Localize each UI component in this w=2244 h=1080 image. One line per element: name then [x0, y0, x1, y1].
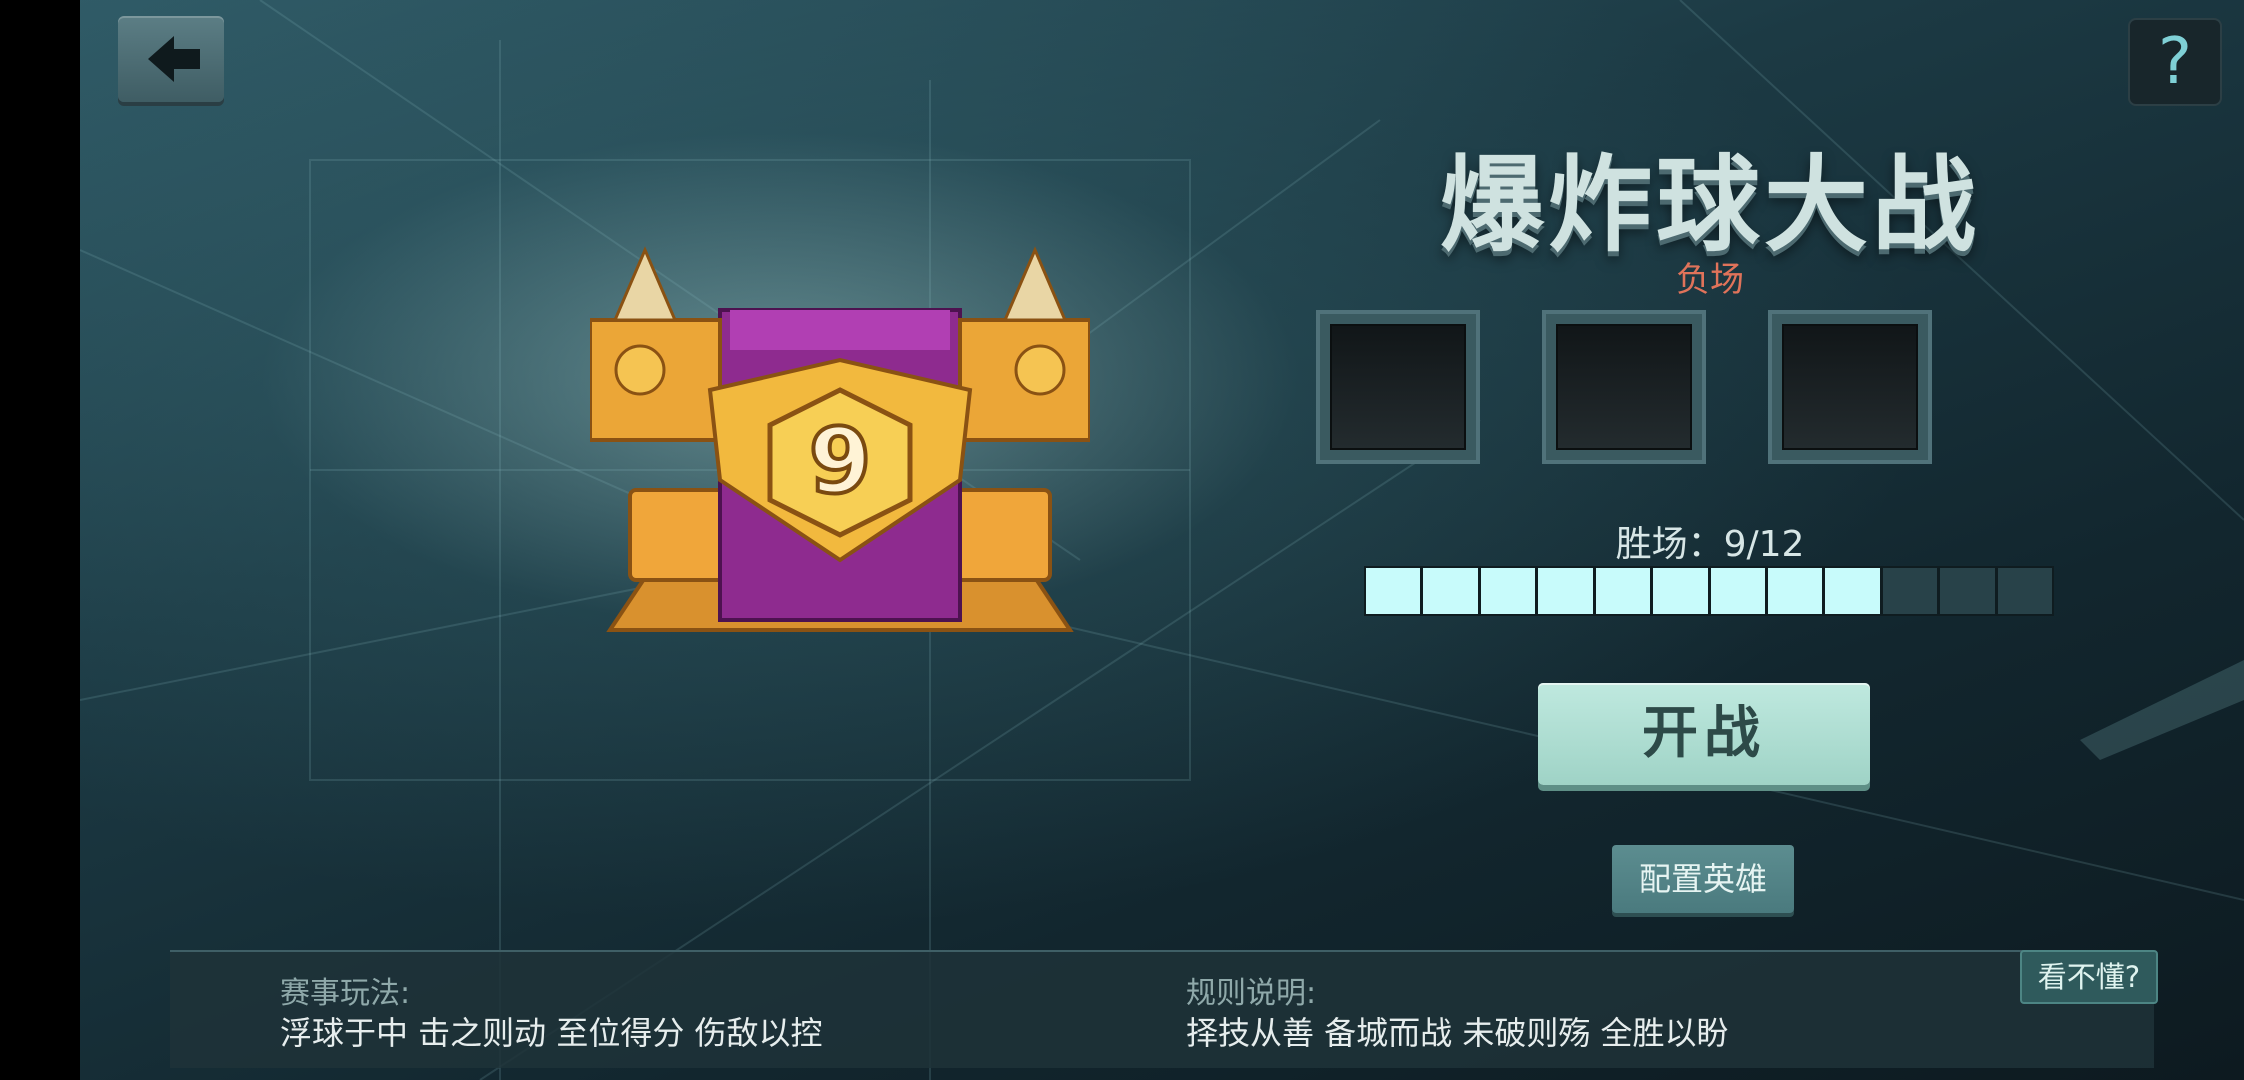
win-segment-empty	[1940, 568, 1995, 614]
rules-text: 择技从善 备城而战 未破则殇 全胜以盼	[1186, 1014, 1729, 1052]
trophy-chest-icon: 9	[590, 246, 1090, 632]
win-segment-filled	[1423, 568, 1478, 614]
loss-slot-empty	[1556, 324, 1692, 450]
arrow-left-icon	[148, 36, 200, 82]
win-segment-filled	[1825, 568, 1880, 614]
win-count-label: 胜场：9/12	[1615, 524, 1805, 565]
win-segment-filled	[1767, 568, 1823, 614]
gameplay-heading: 赛事玩法:	[280, 976, 411, 1011]
info-panel: 赛事玩法: 浮球于中 击之则动 至位得分 伤敌以控 规则说明: 择技从善 备城而…	[170, 950, 2154, 1068]
loss-slot	[1542, 310, 1706, 464]
mode-title: 爆炸球大战	[1439, 144, 1980, 266]
configure-hero-button[interactable]: 配置英雄	[1612, 845, 1794, 913]
loss-slot-empty	[1330, 324, 1466, 450]
gameplay-text: 浮球于中 击之则动 至位得分 伤敌以控	[280, 1014, 823, 1052]
chest-level-number: 9	[809, 409, 872, 514]
game-scene: 9 爆炸球大战 负场 胜场：9/12 开战 配置英雄	[80, 0, 2244, 1080]
win-segment-filled	[1595, 568, 1651, 614]
confused-help-button[interactable]: 看不懂?	[2020, 950, 2158, 1004]
start-battle-button[interactable]: 开战	[1538, 683, 1870, 785]
win-segment-filled	[1538, 568, 1593, 614]
loss-slot-empty	[1782, 324, 1918, 450]
win-segment-empty	[1997, 568, 2053, 614]
loss-slot	[1316, 310, 1480, 464]
win-segment-empty	[1882, 568, 1938, 614]
win-segment-filled	[1480, 568, 1536, 614]
loss-label: 负场	[1676, 260, 1744, 300]
help-button[interactable]: ?	[2128, 18, 2222, 106]
win-segment-filled	[1653, 568, 1708, 614]
rules-heading: 规则说明:	[1186, 976, 1317, 1011]
win-segment-filled	[1710, 568, 1765, 614]
win-progress-bar	[1364, 566, 2054, 616]
loss-slot	[1768, 310, 1932, 464]
back-button[interactable]	[118, 16, 224, 102]
win-segment-filled	[1366, 568, 1421, 614]
